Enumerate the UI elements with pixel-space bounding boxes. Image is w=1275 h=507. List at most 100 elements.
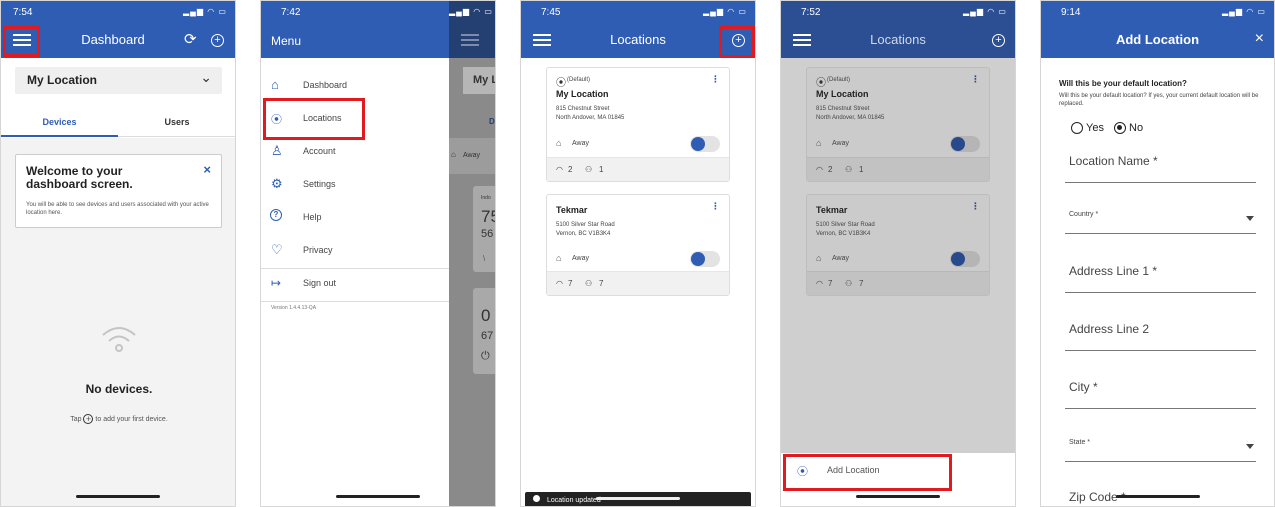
away-toggle[interactable] xyxy=(690,251,720,267)
menu-item-privacy[interactable]: ♡ Privacy xyxy=(261,236,449,269)
menu-item-help[interactable]: ? Help xyxy=(261,203,449,236)
peek-strip: ⌂ Away xyxy=(449,138,495,174)
location-address-line1: 815 Chestnut Street xyxy=(556,106,610,112)
add-circle-icon: + xyxy=(83,414,94,424)
state-select[interactable]: State * xyxy=(1065,437,1256,462)
screen-locations-sheet: 7:52 ▂▄▆ ◠ ▭ Locations + ⦿ (Default) ⋮ M… xyxy=(780,0,1016,507)
away-mode-icon: ⌂ xyxy=(556,253,562,263)
device-count: 2 xyxy=(828,165,833,174)
card-footer: ◠ 7 ⚇ 7 xyxy=(547,271,729,295)
location-pin-icon: ⦿ xyxy=(816,78,826,89)
default-question: Will this be your default location? xyxy=(1059,79,1187,88)
away-toggle[interactable] xyxy=(690,136,720,152)
location-select[interactable]: My Location ⌄ xyxy=(15,67,222,94)
home-indicator xyxy=(336,495,420,498)
wifi-icon xyxy=(102,327,136,352)
tab-devices[interactable]: Devices xyxy=(1,107,118,137)
toast-icon xyxy=(533,495,540,502)
default-label: (Default) xyxy=(567,77,591,83)
menu-item-label: Settings xyxy=(303,179,336,189)
add-circle-icon[interactable]: + xyxy=(211,34,224,47)
status-time: 7:45 xyxy=(541,7,561,18)
field-label: Location Name * xyxy=(1069,154,1158,168)
away-mode-icon: ⌂ xyxy=(816,253,822,263)
dimmed-background[interactable]: ▂▄▆ ◠ ▭ My L D ⌂ Away Indo 75 56 \ 0 67 … xyxy=(449,1,495,506)
location-address-line2: North Andover, MA 01845 xyxy=(556,115,625,121)
status-icons: ▂▄▆ ◠ ▭ xyxy=(703,7,747,16)
field-label: City * xyxy=(1069,380,1098,394)
menu-item-label: Dashboard xyxy=(303,80,348,90)
field-label: Country * xyxy=(1069,211,1099,218)
field-label: Address Line 1 * xyxy=(1069,264,1158,278)
close-icon[interactable]: × xyxy=(1255,30,1264,48)
menu-item-label: Sign out xyxy=(303,278,337,288)
home-indicator xyxy=(856,495,940,498)
welcome-title: Welcome to your dashboard screen. xyxy=(26,164,133,191)
refresh-icon[interactable]: ⟳ xyxy=(184,30,197,48)
dashboard-body: Welcome to your dashboard screen. × You … xyxy=(1,138,235,506)
screen-locations: 7:45 ▂▄▆ ◠ ▭ Locations + ⦿ (Default) ⋮ M… xyxy=(520,0,756,507)
away-toggle xyxy=(950,136,980,152)
tab-users[interactable]: Users xyxy=(118,107,235,137)
menu-item-account[interactable]: ♙ Account xyxy=(261,137,449,170)
power-icon: ⏻ xyxy=(481,350,490,362)
location-address-line2: Vernon, BC V1B3K4 xyxy=(816,231,871,237)
menu-item-label: Account xyxy=(303,146,336,156)
zip-code-field[interactable]: Zip Code * xyxy=(1065,489,1256,506)
away-mode-icon: ⌂ xyxy=(556,138,562,148)
kebab-menu-icon[interactable]: ⋮ xyxy=(711,74,720,85)
location-address-line1: 5100 Silver Star Road xyxy=(816,222,875,228)
field-label: Address Line 2 xyxy=(1069,322,1150,336)
address-line2-field[interactable]: Address Line 2 xyxy=(1065,321,1256,351)
highlight-box-add-location xyxy=(783,454,952,491)
gear-icon: ⚙ xyxy=(271,176,283,191)
peek-text: 67 xyxy=(481,330,494,342)
toast-message: Location updated xyxy=(547,497,601,504)
location-mode: Away xyxy=(572,255,589,262)
status-time: 7:52 xyxy=(801,7,821,18)
address-line1-field[interactable]: Address Line 1 * xyxy=(1065,263,1256,293)
location-pin-icon: ⦿ xyxy=(556,78,566,89)
menu-item-settings[interactable]: ⚙ Settings xyxy=(261,170,449,203)
location-name: My Location xyxy=(556,89,609,99)
users-icon: ⚇ xyxy=(585,165,593,174)
wifi-icon: ◠ xyxy=(816,279,823,288)
users-icon: ⚇ xyxy=(845,165,853,174)
user-count: 7 xyxy=(599,279,604,288)
location-address-line1: 815 Chestnut Street xyxy=(816,106,870,112)
menu-title: Menu xyxy=(271,34,302,48)
location-card[interactable]: ⦿ (Default) ⋮ My Location 815 Chestnut S… xyxy=(546,67,730,182)
card-footer: ◠ 2 ⚇ 1 xyxy=(547,157,729,181)
card-footer: ◠ 7 ⚇ 7 xyxy=(807,271,989,295)
close-icon[interactable]: × xyxy=(203,162,211,177)
peek-text: Indo xyxy=(481,195,491,201)
chevron-down-icon: ⌄ xyxy=(200,69,212,85)
empty-title: No devices. xyxy=(85,382,153,396)
app-header: 7:52 ▂▄▆ ◠ ▭ Locations + xyxy=(781,1,1015,58)
location-card[interactable]: ⋮ Tekmar 5100 Silver Star Road Vernon, B… xyxy=(546,194,730,296)
kebab-menu-icon[interactable]: ⋮ xyxy=(711,201,720,212)
peek-text: Away xyxy=(463,152,480,159)
user-count: 1 xyxy=(859,165,864,174)
location-name-field[interactable]: Location Name * xyxy=(1065,153,1256,183)
welcome-body: You will be able to see devices and user… xyxy=(26,202,209,216)
menu-header: 7:42 Menu xyxy=(261,1,449,58)
radio-circle xyxy=(1071,122,1083,134)
caret-down-icon xyxy=(1246,216,1254,221)
highlight-box-locations xyxy=(263,98,365,140)
country-select[interactable]: Country * xyxy=(1065,209,1256,234)
peek-card: 0 67 ⏻ xyxy=(473,288,495,374)
menu-item-sign-out[interactable]: ↦ Sign out xyxy=(261,269,449,302)
kebab-menu-icon: ⋮ xyxy=(971,201,980,211)
tab-users-label: Users xyxy=(164,117,190,127)
home-indicator xyxy=(76,495,160,498)
status-icons: ▂▄▆ ◠ ▭ xyxy=(183,7,227,16)
app-version: Version 1.4.4.13-QA xyxy=(271,305,317,311)
city-field[interactable]: City * xyxy=(1065,379,1256,409)
location-name: Tekmar xyxy=(556,205,588,215)
status-icons: ▂▄▆ ◠ ▭ xyxy=(449,7,493,16)
add-circle-icon[interactable]: + xyxy=(992,34,1005,47)
wifi-icon: ◠ xyxy=(816,165,823,174)
kebab-menu-icon: ⋮ xyxy=(971,74,980,84)
dimmed-header: ▂▄▆ ◠ ▭ xyxy=(449,1,495,58)
